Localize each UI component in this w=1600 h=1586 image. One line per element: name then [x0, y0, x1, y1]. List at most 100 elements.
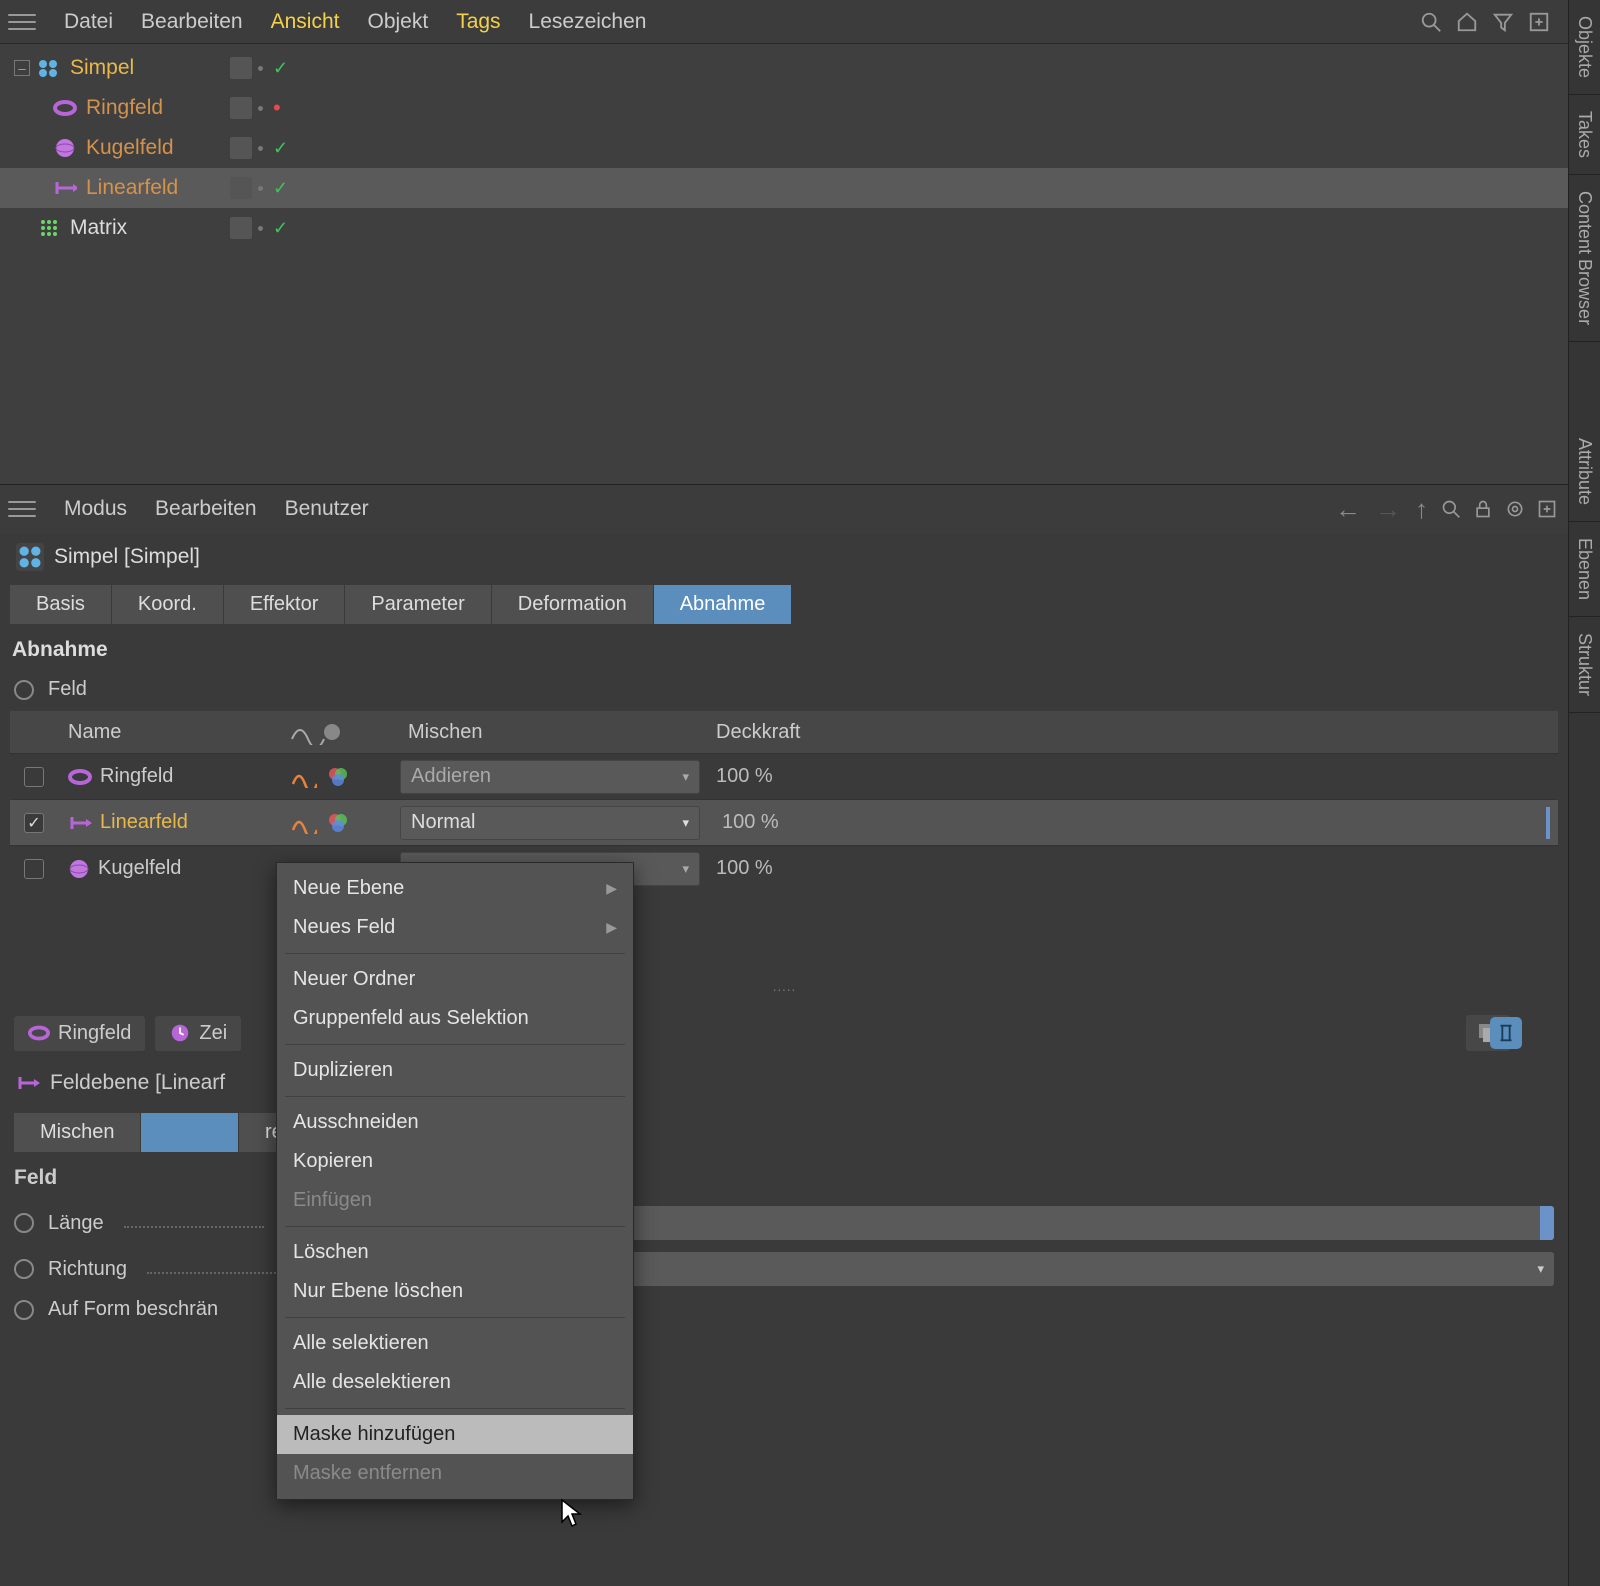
maximize-icon[interactable] [1534, 496, 1560, 522]
matrix-object-icon [36, 215, 62, 241]
menu-datei[interactable]: Datei [50, 10, 127, 34]
mix-mode-select[interactable]: Normal▾ [400, 806, 700, 840]
mix-mode-select[interactable]: Addieren▾ [400, 760, 700, 794]
row-checkbox[interactable] [24, 859, 44, 879]
opacity-value[interactable]: 100 % [716, 857, 773, 880]
anim-radio[interactable] [14, 1259, 34, 1279]
tree-row-matrix[interactable]: Matrix ✓ [0, 208, 1568, 248]
lock-icon[interactable] [1470, 496, 1496, 522]
curve-toggle-icon [290, 719, 340, 745]
menu-modus[interactable]: Modus [50, 497, 141, 521]
cm-maske-hinzufuegen[interactable]: Maske hinzufügen [277, 1415, 633, 1454]
value-curve-icon[interactable] [290, 763, 318, 791]
filter-icon[interactable] [1490, 9, 1516, 35]
table-row[interactable]: Kugelfeld ▾ 100 % [10, 845, 1558, 891]
tab-koord[interactable]: Koord. [112, 585, 224, 624]
menu-objekt[interactable]: Objekt [353, 10, 442, 34]
check-icon: ✓ [273, 178, 288, 199]
tab-parameter[interactable]: Parameter [345, 585, 491, 624]
tab-basis[interactable]: Basis [10, 585, 112, 624]
menu-ansicht[interactable]: Ansicht [257, 10, 354, 34]
cm-duplizieren[interactable]: Duplizieren [277, 1051, 633, 1090]
menu-bearbeiten[interactable]: Bearbeiten [127, 10, 257, 34]
tree-label[interactable]: Linearfeld [86, 176, 178, 200]
menu-benutzer[interactable]: Benutzer [271, 497, 383, 521]
col-name: Name [58, 721, 290, 744]
cm-nur-ebene-loeschen[interactable]: Nur Ebene löschen [277, 1272, 633, 1311]
tag-dot-icon [258, 226, 263, 231]
tab-deformation[interactable]: Deformation [492, 585, 654, 624]
tree-row-linearfeld[interactable]: Linearfeld ✓ [0, 168, 1568, 208]
linear-field-icon [52, 175, 78, 201]
layer-toggle-icon[interactable] [230, 217, 252, 239]
layer-toggle-icon[interactable] [230, 177, 252, 199]
attribute-menu-bar: Modus Bearbeiten Benutzer ← → ↑ [0, 485, 1568, 533]
maximize-icon[interactable] [1526, 9, 1552, 35]
color-mode-icon[interactable] [324, 809, 352, 837]
layer-toggle-icon[interactable] [230, 57, 252, 79]
target-icon[interactable] [1502, 496, 1528, 522]
search-icon[interactable] [1438, 496, 1464, 522]
sidetab-ebenen[interactable]: Ebenen [1569, 522, 1600, 617]
opacity-value[interactable]: 100 % [722, 811, 779, 834]
nav-back-icon[interactable]: ← [1331, 494, 1365, 525]
cm-alle-deselektieren[interactable]: Alle deselektieren [277, 1363, 633, 1402]
tab-mischen[interactable]: Mischen [14, 1113, 141, 1152]
tree-label[interactable]: Ringfeld [86, 96, 163, 120]
cm-neuer-ordner[interactable]: Neuer Ordner [277, 960, 633, 999]
nav-forward-icon[interactable]: → [1371, 494, 1405, 525]
tree-label[interactable]: Simpel [70, 56, 134, 80]
row-checkbox[interactable] [24, 767, 44, 787]
cm-neues-feld[interactable]: Neues Feld▶ [277, 908, 633, 947]
layer-toggle-icon[interactable] [230, 97, 252, 119]
check-icon: ✓ [273, 138, 288, 159]
cm-ausschneiden[interactable]: Ausschneiden [277, 1103, 633, 1142]
anim-radio[interactable] [14, 1300, 34, 1320]
sidetab-takes[interactable]: Takes [1569, 95, 1600, 175]
table-row[interactable]: Linearfeld Normal▾ 100 % [10, 799, 1558, 845]
nav-up-icon[interactable]: ↑ [1411, 494, 1432, 525]
expand-toggle-icon[interactable]: – [14, 60, 30, 76]
tree-row-simpel[interactable]: – Simpel ✓ [0, 48, 1568, 88]
sidetab-attribute[interactable]: Attribute [1569, 422, 1600, 522]
clamp-icon[interactable] [1490, 1017, 1522, 1049]
opacity-value[interactable]: 100 % [716, 765, 773, 788]
sidetab-objekte[interactable]: Objekte [1569, 0, 1600, 95]
tab-ebene[interactable] [141, 1113, 238, 1152]
row-checkbox[interactable] [24, 813, 44, 833]
sidetab-content[interactable]: Content Browser [1569, 175, 1600, 342]
cm-alle-selektieren[interactable]: Alle selektieren [277, 1324, 633, 1363]
sidetab-struktur[interactable]: Struktur [1569, 617, 1600, 713]
cm-gruppenfeld[interactable]: Gruppenfeld aus Selektion [277, 999, 633, 1038]
object-tree[interactable]: – Simpel ✓ Ringfeld • Kugelfeld ✓ Li [0, 44, 1568, 484]
tab-effektor[interactable]: Effektor [224, 585, 346, 624]
tree-row-kugelfeld[interactable]: Kugelfeld ✓ [0, 128, 1568, 168]
tag-dot-icon [258, 66, 263, 71]
tree-label[interactable]: Kugelfeld [86, 136, 174, 160]
home-icon[interactable] [1454, 9, 1480, 35]
cm-kopieren[interactable]: Kopieren [277, 1142, 633, 1181]
search-icon[interactable] [1418, 9, 1444, 35]
value-curve-icon[interactable] [290, 809, 318, 837]
radio-feld[interactable] [14, 680, 34, 700]
object-title: Simpel [Simpel] [0, 533, 1568, 581]
prop-row-aufform: Auf Form beschrän [0, 1292, 1568, 1327]
hamburger-icon[interactable] [8, 8, 36, 36]
table-row[interactable]: Ringfeld Addieren▾ 100 % [10, 753, 1558, 799]
tree-row-ringfeld[interactable]: Ringfeld • [0, 88, 1568, 128]
menu-bearbeiten-attr[interactable]: Bearbeiten [141, 497, 271, 521]
breadcrumb-ringfeld[interactable]: Ringfeld [14, 1016, 145, 1051]
layer-toggle-icon[interactable] [230, 137, 252, 159]
col-deckkraft: Deckkraft [708, 721, 1558, 744]
hamburger-icon[interactable] [8, 495, 36, 523]
cm-neue-ebene[interactable]: Neue Ebene▶ [277, 869, 633, 908]
tab-abnahme[interactable]: Abnahme [654, 585, 793, 624]
breadcrumb-zeit[interactable]: Zei [155, 1016, 241, 1051]
menu-lesezeichen[interactable]: Lesezeichen [515, 10, 661, 34]
color-mode-icon[interactable] [324, 763, 352, 791]
cm-loeschen[interactable]: Löschen [277, 1233, 633, 1272]
tree-label[interactable]: Matrix [70, 216, 127, 240]
menu-tags[interactable]: Tags [442, 10, 514, 34]
anim-radio[interactable] [14, 1213, 34, 1233]
cm-maske-entfernen: Maske entfernen [277, 1454, 633, 1493]
